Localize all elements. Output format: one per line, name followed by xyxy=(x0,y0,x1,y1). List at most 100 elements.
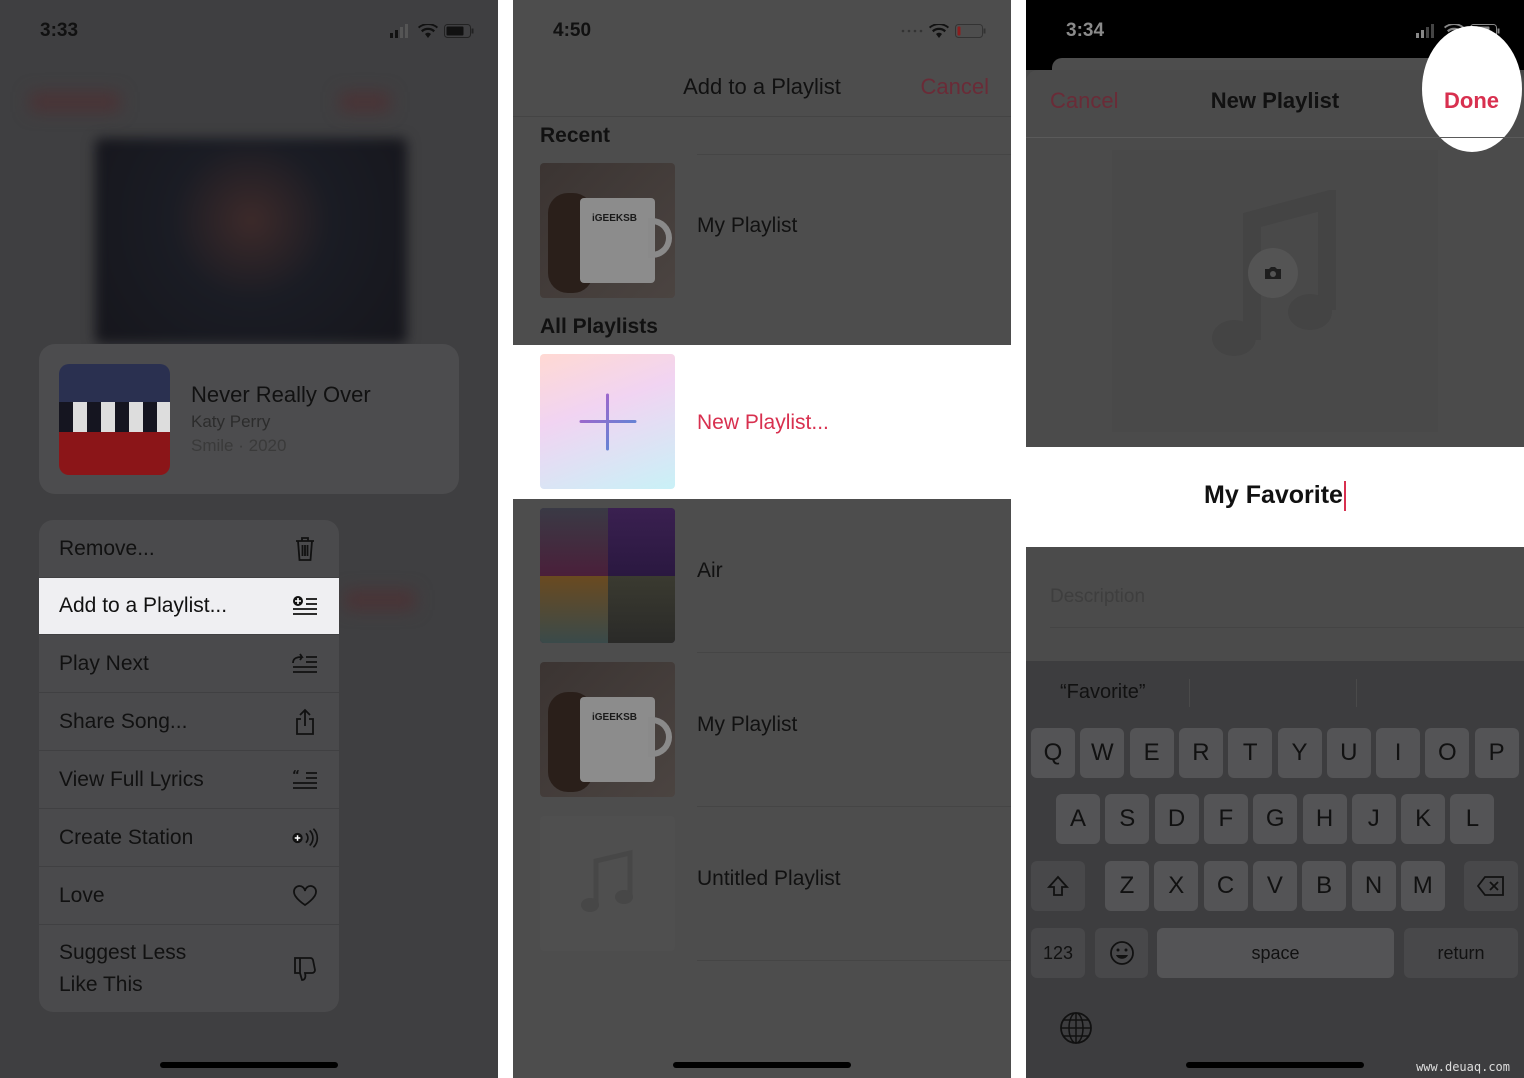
key-p[interactable]: P xyxy=(1474,728,1519,778)
row-separator xyxy=(697,960,1011,961)
key-a[interactable]: A xyxy=(1056,794,1100,844)
add-to-playlist-screen: 4:50 Add to a Playlist Cancel Recent iGE… xyxy=(513,0,1011,1078)
emoji-icon xyxy=(1109,941,1134,965)
status-time: 4:50 xyxy=(553,20,592,41)
battery-low-icon xyxy=(955,24,986,38)
menu-item-label: Share Song... xyxy=(59,709,188,733)
menu-item-view-full-lyrics[interactable]: View Full Lyrics “ xyxy=(39,750,339,808)
globe-icon[interactable] xyxy=(1059,1011,1093,1050)
playlist-row-untitled[interactable]: Untitled Playlist xyxy=(513,807,1011,961)
shift-icon xyxy=(1046,875,1070,896)
key-g[interactable]: G xyxy=(1253,794,1298,844)
key-u[interactable]: U xyxy=(1326,728,1371,778)
blurred-action-button xyxy=(340,92,390,112)
home-indicator xyxy=(1186,1062,1364,1068)
playlist-name-field[interactable]: My Favorite xyxy=(1026,447,1524,547)
key-z[interactable]: Z xyxy=(1105,861,1149,911)
key-x[interactable]: X xyxy=(1154,861,1199,911)
key-b[interactable]: B xyxy=(1302,861,1347,911)
keyboard: “Favorite” QWERTYUIOP ASDFGHJKL ZXCVBNM 12… xyxy=(1026,661,1524,1078)
song-context-menu-screen: 3:33 Never Really Over Katy Perry Smile … xyxy=(0,0,498,1078)
playlist-row-recent-my-playlist[interactable]: iGEEKSB My Playlist xyxy=(513,154,1011,308)
delete-icon xyxy=(1477,876,1504,896)
music-note-icon xyxy=(580,849,633,912)
description-field[interactable]: Description xyxy=(1050,586,1145,608)
key-return[interactable]: return xyxy=(1404,928,1518,978)
key-d[interactable]: D xyxy=(1154,794,1199,844)
key-s[interactable]: S xyxy=(1105,794,1150,844)
status-bar: 4:50 xyxy=(553,18,987,44)
key-i[interactable]: I xyxy=(1376,728,1421,778)
menu-item-label: Remove... xyxy=(59,536,155,560)
playlist-artwork: iGEEKSB xyxy=(540,662,675,797)
autocorrect-suggestion[interactable]: “Favorite” xyxy=(1060,681,1146,704)
key-h[interactable]: H xyxy=(1302,794,1347,844)
key-t[interactable]: T xyxy=(1228,728,1273,778)
key-y[interactable]: Y xyxy=(1277,728,1322,778)
new-playlist-screen: 3:34 Cancel New Playlist Done My Favorit… xyxy=(1026,0,1524,1078)
wifi-icon xyxy=(929,24,949,38)
camera-icon xyxy=(1265,267,1281,279)
key-q[interactable]: Q xyxy=(1031,728,1075,778)
watermark: www.deuaq.com xyxy=(1416,1060,1510,1074)
new-playlist-row[interactable]: New Playlist... xyxy=(513,345,1011,499)
status-bar: 3:33 xyxy=(40,18,474,44)
status-time: 3:33 xyxy=(40,20,79,41)
menu-item-share-song[interactable]: Share Song... xyxy=(39,692,339,750)
playlist-row-my-playlist[interactable]: iGEEKSB My Playlist xyxy=(513,653,1011,807)
key-v[interactable]: V xyxy=(1252,861,1297,911)
add-photo-button[interactable] xyxy=(1248,248,1298,298)
suggestion-divider xyxy=(1356,679,1357,707)
menu-item-create-station[interactable]: Create Station xyxy=(39,808,339,866)
playlist-name: Untitled Playlist xyxy=(697,867,841,890)
playlist-row-air[interactable]: Air xyxy=(513,499,1011,653)
key-c[interactable]: C xyxy=(1203,861,1248,911)
key-numbers[interactable]: 123 xyxy=(1031,928,1085,978)
song-album-year: Smile · 2020 xyxy=(191,436,287,455)
key-shift[interactable] xyxy=(1031,861,1085,911)
key-f[interactable]: F xyxy=(1203,794,1248,844)
playlist-name-input[interactable]: My Favorite xyxy=(1204,481,1343,509)
share-icon xyxy=(291,708,319,736)
menu-item-remove[interactable]: Remove... xyxy=(39,520,339,577)
station-icon xyxy=(291,824,319,852)
menu-item-label: View Full Lyrics xyxy=(59,767,204,791)
menu-item-label: Play Next xyxy=(59,651,149,675)
menu-item-add-to-playlist[interactable]: Add to a Playlist... xyxy=(39,577,339,634)
key-w[interactable]: W xyxy=(1080,728,1125,778)
svg-text:“: “ xyxy=(292,769,300,782)
new-playlist-label: New Playlist... xyxy=(697,411,829,434)
cancel-button[interactable]: Cancel xyxy=(921,74,989,100)
section-header-recent: Recent xyxy=(540,124,611,147)
new-playlist-artwork xyxy=(540,354,675,489)
blurred-background-text xyxy=(345,590,415,610)
key-e[interactable]: E xyxy=(1129,728,1174,778)
key-k[interactable]: K xyxy=(1401,794,1446,844)
playlist-artwork: iGEEKSB xyxy=(540,163,675,298)
playlist-name: My Playlist xyxy=(697,713,798,736)
key-m[interactable]: M xyxy=(1400,861,1445,911)
navbar-divider xyxy=(1026,137,1524,138)
menu-item-love[interactable]: Love xyxy=(39,866,339,924)
menu-item-label: Suggest Less Like This xyxy=(59,940,187,996)
key-r[interactable]: R xyxy=(1178,728,1223,778)
key-emoji[interactable] xyxy=(1095,928,1148,978)
key-space[interactable]: space xyxy=(1157,928,1394,978)
signal-icon xyxy=(1416,24,1434,38)
key-l[interactable]: L xyxy=(1450,794,1495,844)
key-j[interactable]: J xyxy=(1351,794,1396,844)
key-delete[interactable] xyxy=(1464,861,1518,911)
suggestion-divider xyxy=(1189,679,1190,707)
heart-icon xyxy=(291,882,319,910)
menu-item-play-next[interactable]: Play Next xyxy=(39,634,339,692)
key-o[interactable]: O xyxy=(1425,728,1470,778)
key-n[interactable]: N xyxy=(1351,861,1396,911)
home-indicator xyxy=(673,1062,851,1068)
signal-icon xyxy=(901,29,923,33)
add-to-playlist-icon xyxy=(291,592,319,620)
menu-item-suggest-less[interactable]: Suggest Less Like This xyxy=(39,924,339,1012)
song-artist: Katy Perry xyxy=(191,412,271,431)
done-button[interactable]: Done xyxy=(1444,88,1499,114)
signal-icon xyxy=(390,24,408,38)
header-divider xyxy=(513,116,1011,117)
